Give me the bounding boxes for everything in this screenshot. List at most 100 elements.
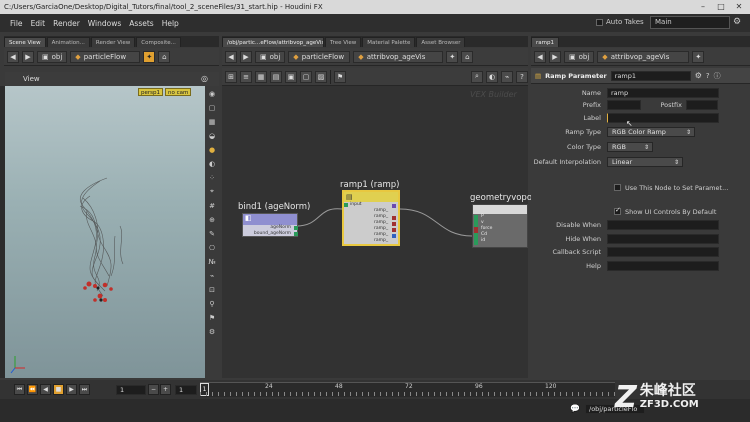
image-icon[interactable]: ▨ bbox=[315, 70, 327, 83]
lock-icon[interactable]: ▢ bbox=[208, 103, 217, 112]
menu-assets[interactable]: Assets bbox=[129, 19, 153, 28]
hide-when-field[interactable] bbox=[607, 233, 719, 244]
auto-takes-toggle[interactable]: Auto Takes bbox=[596, 18, 644, 26]
back-icon[interactable]: ◀ bbox=[534, 50, 546, 63]
tab-scene-view[interactable]: Scene View bbox=[4, 37, 46, 47]
normals-icon[interactable]: ⌖ bbox=[208, 187, 217, 196]
jump-end-icon[interactable]: ⏭ bbox=[79, 384, 90, 395]
stop-icon[interactable]: ■ bbox=[53, 384, 64, 395]
jump-start-icon[interactable]: ⏮ bbox=[14, 384, 25, 395]
pin-icon[interactable]: ✦ bbox=[692, 50, 705, 63]
frame-icon[interactable]: ⊡ bbox=[208, 285, 217, 294]
gear-icon[interactable]: ⚙ bbox=[733, 17, 745, 29]
maximize-button[interactable]: □ bbox=[712, 1, 730, 12]
gear-icon[interactable]: ⚙ bbox=[695, 71, 702, 80]
tab-material-palette[interactable]: Material Palette bbox=[362, 37, 416, 47]
speech-icon[interactable]: 💬 bbox=[570, 404, 580, 413]
ramp-type-menu[interactable]: RGB Color Ramp bbox=[607, 126, 695, 137]
tab-network-path[interactable]: /obj/partic…eFlow/attribvop_ageVis bbox=[222, 37, 324, 47]
play-reverse-icon[interactable]: ◀ bbox=[40, 384, 51, 395]
3d-viewport[interactable]: persp1 no cam bbox=[5, 86, 205, 378]
pin-icon[interactable]: ✦ bbox=[446, 50, 459, 63]
frame-plus-icon[interactable]: + bbox=[160, 384, 171, 395]
pen-icon[interactable]: ✎ bbox=[208, 229, 217, 238]
tool-icon[interactable]: ⊞ bbox=[225, 70, 237, 83]
help-icon[interactable]: ? bbox=[516, 70, 528, 83]
ghost-icon[interactable]: ◐ bbox=[208, 159, 217, 168]
network-editor[interactable]: VEX Builder bind1 (ageNorm) ◧ ageNorm bo… bbox=[222, 86, 532, 378]
color-type-menu[interactable]: RGB bbox=[607, 141, 653, 152]
tab-asset-browser[interactable]: Asset Browser bbox=[416, 37, 466, 47]
ramp-output-port[interactable] bbox=[392, 228, 396, 232]
box-icon[interactable]: ▣ bbox=[285, 70, 297, 83]
path-root[interactable]: ▣ obj bbox=[37, 50, 68, 63]
label-field[interactable] bbox=[607, 112, 719, 123]
shading-icon[interactable]: ◒ bbox=[208, 131, 217, 140]
pin-icon[interactable]: ⚲ bbox=[208, 299, 217, 308]
path-root[interactable]: ▣ obj bbox=[564, 50, 595, 63]
back-icon[interactable]: ◀ bbox=[225, 50, 237, 63]
grid-icon[interactable]: ▦ bbox=[255, 70, 267, 83]
tab-tree-view[interactable]: Tree View bbox=[325, 37, 362, 47]
search-icon[interactable]: ⌕ bbox=[471, 70, 483, 83]
wire-icon[interactable]: ⌁ bbox=[501, 70, 513, 83]
tab-composite[interactable]: Composite... bbox=[136, 37, 181, 47]
path-vop[interactable]: ◆ attribvop_ageVis bbox=[597, 50, 690, 63]
menu-edit[interactable]: Edit bbox=[31, 19, 46, 28]
lock-icon[interactable]: ⌂ bbox=[158, 50, 171, 63]
tab-animation[interactable]: Animation... bbox=[46, 37, 90, 47]
bind-output-port[interactable] bbox=[294, 232, 298, 236]
start-frame-field[interactable]: 1 bbox=[175, 385, 197, 395]
menu-windows[interactable]: Windows bbox=[88, 19, 121, 28]
geo-input-ports[interactable] bbox=[474, 215, 478, 245]
forward-icon[interactable]: ▶ bbox=[240, 50, 252, 63]
path-node[interactable]: ◆ particleFlow bbox=[70, 50, 141, 63]
link-icon[interactable]: ⌁ bbox=[208, 271, 217, 280]
snap-icon[interactable]: ⊕ bbox=[208, 215, 217, 224]
name-field[interactable]: ramp bbox=[607, 87, 719, 98]
disable-when-field[interactable] bbox=[607, 219, 719, 230]
bind-output-port[interactable] bbox=[294, 226, 298, 230]
menu-render[interactable]: Render bbox=[53, 19, 80, 28]
frame-minus-icon[interactable]: − bbox=[148, 384, 159, 395]
camera-icon[interactable]: ◎ bbox=[201, 74, 208, 83]
note-icon[interactable]: ▢ bbox=[300, 70, 312, 83]
path-root[interactable]: ▣ obj bbox=[255, 50, 286, 63]
info-icon[interactable]: ⓘ bbox=[714, 71, 721, 81]
list-icon[interactable]: ≡ bbox=[240, 70, 252, 83]
path-node[interactable]: ◆ particleFlow bbox=[288, 50, 351, 63]
pin-icon[interactable]: ✦ bbox=[143, 50, 156, 63]
ramp-node[interactable]: ▤ input ramp_ ramp_ ramp_ ramp_ ramp_ ra… bbox=[342, 190, 400, 246]
eye-icon[interactable]: ◉ bbox=[208, 89, 217, 98]
settings-icon[interactable]: ⚙ bbox=[208, 327, 217, 336]
auto-takes-checkbox[interactable] bbox=[596, 18, 603, 26]
points-icon[interactable]: ⁘ bbox=[208, 173, 217, 182]
ramp-output-port[interactable] bbox=[392, 204, 396, 208]
tab-render-view[interactable]: Render View bbox=[90, 37, 136, 47]
wireframe-icon[interactable]: ▦ bbox=[208, 117, 217, 126]
step-back-icon[interactable]: ⏪ bbox=[27, 384, 38, 395]
forward-icon[interactable]: ▶ bbox=[22, 50, 34, 63]
forward-icon[interactable]: ▶ bbox=[549, 50, 561, 63]
light-icon[interactable]: ● bbox=[208, 145, 217, 154]
prefix-field[interactable] bbox=[607, 99, 641, 110]
flag-icon[interactable]: ⚑ bbox=[334, 70, 346, 83]
ramp-output-port[interactable] bbox=[392, 222, 396, 226]
tab-ramp1[interactable]: ramp1 bbox=[531, 37, 559, 47]
back-icon[interactable]: ◀ bbox=[7, 50, 19, 63]
interp-menu[interactable]: Linear bbox=[607, 156, 683, 167]
ramp-output-port[interactable] bbox=[392, 216, 396, 220]
camera-icon[interactable]: ⎔ bbox=[208, 243, 217, 252]
use-node-checkbox[interactable] bbox=[614, 184, 621, 191]
geometry-output-node[interactable]: P v force Cd id bbox=[472, 204, 528, 248]
timeline-ruler[interactable]: 1 24 48 72 96 120 bbox=[200, 382, 615, 397]
grid-icon[interactable]: # bbox=[208, 201, 217, 210]
ramp-output-port[interactable] bbox=[392, 234, 396, 238]
bind-node[interactable]: ◧ ageNorm bound_ageNorm bbox=[242, 213, 298, 237]
menu-help[interactable]: Help bbox=[162, 19, 179, 28]
show-ui-checkbox[interactable]: ✓ bbox=[614, 206, 621, 215]
number-icon[interactable]: № bbox=[208, 257, 217, 266]
flag-icon[interactable]: ⚑ bbox=[208, 313, 217, 322]
postfix-field[interactable] bbox=[686, 99, 718, 110]
close-button[interactable]: ✕ bbox=[730, 1, 748, 12]
